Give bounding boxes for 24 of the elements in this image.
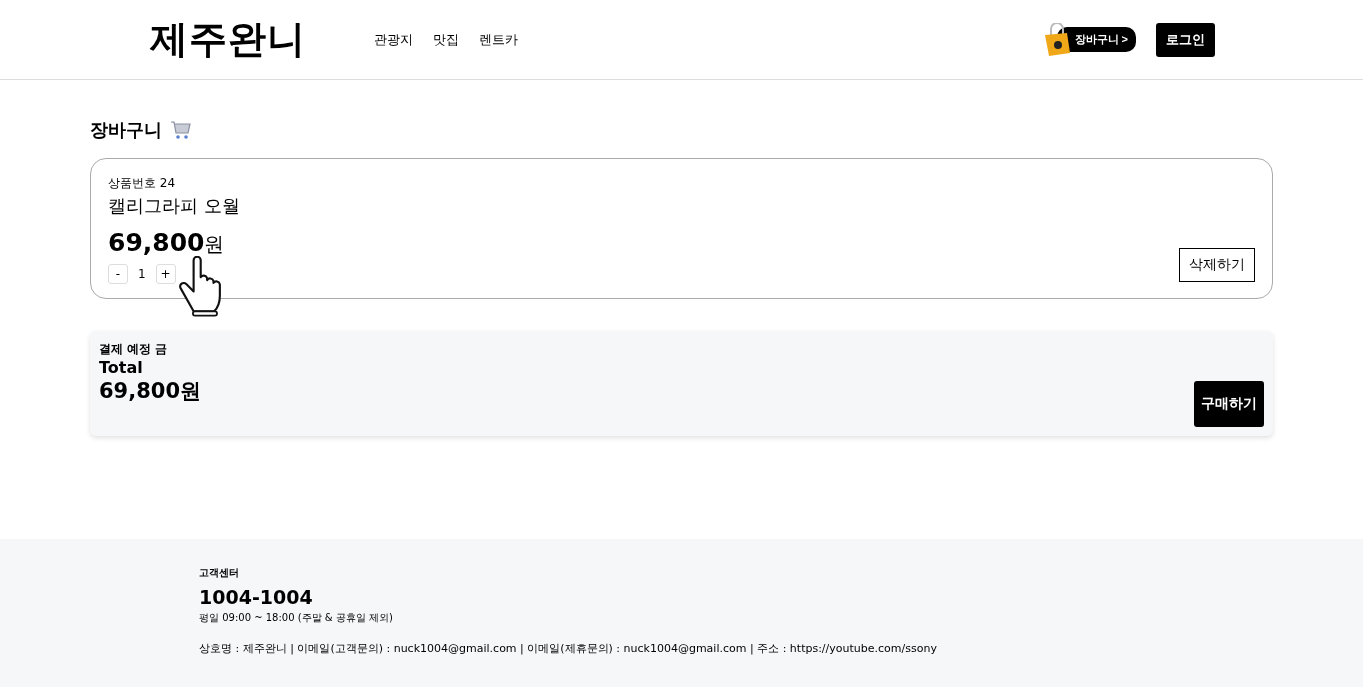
delete-button[interactable]: 삭제하기 xyxy=(1179,248,1255,282)
shopping-bag-icon xyxy=(1042,22,1071,57)
nav-link[interactable]: 관광지 xyxy=(374,30,413,49)
company-info: 상호명 : 제주완니 | 이메일(고객문의) : nuck1004@gmail.com | 이메일(제휴문의) : nuck1004@gmail.com | 주소 : https://youtube.com/ssony xyxy=(199,641,938,656)
summary-label: 결제 예정 금 xyxy=(99,341,169,358)
login-button[interactable]: 로그인 xyxy=(1156,22,1215,57)
decrease-button[interactable]: - xyxy=(108,264,128,284)
product-price: 69,800원 xyxy=(108,228,226,258)
product-number: 상품번호 24 xyxy=(108,175,177,192)
logo[interactable]: 제주완니 xyxy=(150,14,350,65)
shopping-cart-icon xyxy=(170,120,192,140)
hand-cursor-icon xyxy=(178,256,222,317)
quantity: 1 xyxy=(138,267,146,281)
nav-link[interactable]: 맛집 xyxy=(433,30,459,49)
footer-title: 고객센터 xyxy=(199,566,240,580)
product-name: 캘리그라피 오월 xyxy=(108,194,240,218)
buy-button[interactable]: 구매하기 xyxy=(1194,381,1264,427)
nav-link[interactable]: 렌트카 xyxy=(479,30,518,49)
increase-button[interactable]: + xyxy=(155,264,176,284)
total-price: 69,800원 xyxy=(99,378,202,405)
business-hours: 평일 09:00 ~ 18:00 (주말 & 공휴일 제외) xyxy=(199,611,394,625)
page-title: 장바구니 xyxy=(90,118,162,142)
phone-number: 1004-1004 xyxy=(199,586,314,608)
total-label: Total xyxy=(99,358,144,377)
